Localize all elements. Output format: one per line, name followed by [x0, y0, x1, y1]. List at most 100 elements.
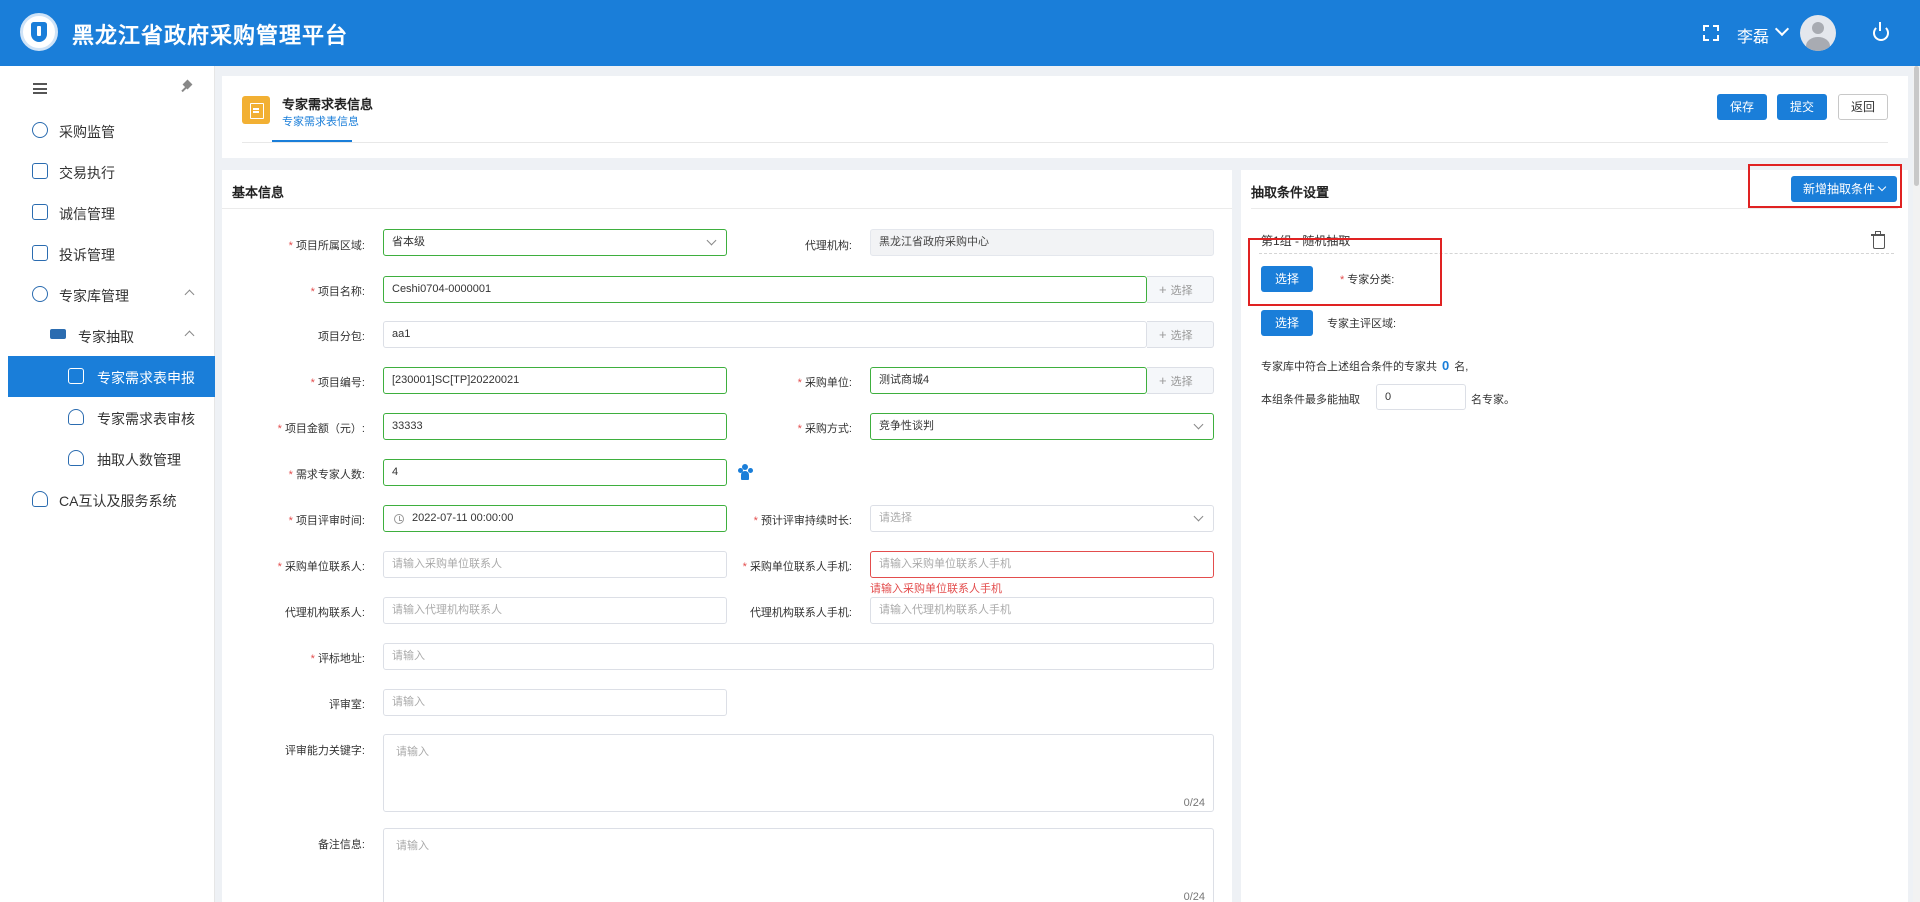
- sidebar-item-procurement-supervision[interactable]: 采购监管: [8, 110, 215, 151]
- contact-phone-error: 请输入采购单位联系人手机: [870, 583, 1002, 595]
- list-icon: [32, 204, 48, 220]
- amount-label: * 项目金额（元）:: [277, 423, 365, 435]
- trash-icon[interactable]: [1871, 231, 1885, 249]
- report-icon: [32, 245, 48, 261]
- project-name-label: * 项目名称:: [310, 286, 365, 298]
- form-icon: [242, 96, 270, 124]
- remark-label: 备注信息:: [317, 839, 365, 851]
- contact-label: * 采购单位联系人:: [277, 561, 365, 573]
- sidebar-item-complaint-management[interactable]: 投诉管理: [8, 233, 215, 274]
- room-field[interactable]: 请输入: [383, 689, 727, 716]
- tab-expert-demand-info[interactable]: 专家需求表信息: [282, 113, 359, 129]
- chevron-up-icon: [184, 289, 195, 300]
- save-button[interactable]: 保存: [1717, 94, 1767, 120]
- method-label: * 采购方式:: [797, 423, 852, 435]
- room-label: 评审室:: [328, 699, 365, 711]
- divider: [242, 142, 1888, 143]
- pin-icon[interactable]: [181, 81, 193, 93]
- page-title: 专家需求表信息: [282, 97, 374, 112]
- monitor-icon: [50, 329, 66, 339]
- duration-label: * 预计评审持续时长:: [753, 515, 852, 527]
- expert-category-label: * 专家分类:: [1340, 274, 1395, 286]
- project-code-label: * 项目编号:: [310, 377, 365, 389]
- package-select-button[interactable]: + 选择: [1147, 321, 1214, 348]
- avatar[interactable]: [1800, 15, 1836, 51]
- back-button[interactable]: 返回: [1838, 94, 1888, 120]
- review-time-label: * 项目评审时间:: [288, 515, 365, 527]
- sidebar-item-expert-extraction[interactable]: 专家抽取: [8, 315, 215, 356]
- agency-contact-label: 代理机构联系人:: [284, 607, 365, 619]
- region-label: * 项目所属区域:: [288, 240, 365, 252]
- chevron-down-icon[interactable]: [1774, 21, 1790, 37]
- basic-info-title: 基本信息: [232, 185, 285, 200]
- chevron-up-icon: [184, 330, 195, 341]
- sidebar-item-expert-demand-review[interactable]: 专家需求表审核: [8, 397, 215, 438]
- sidebar-item-credit-management[interactable]: 诚信管理: [8, 192, 215, 233]
- max-extract-suffix: 名专家。: [1471, 394, 1515, 406]
- divider: [1251, 208, 1898, 209]
- shield-icon: [32, 122, 48, 138]
- sidebar: 采购监管 交易执行 诚信管理 投诉管理 专家库管理 专家抽取 专家需求表申报 专…: [0, 66, 215, 902]
- address-label: * 评标地址:: [310, 653, 365, 665]
- document-icon: [68, 368, 84, 384]
- contact-phone-field[interactable]: 请输入采购单位联系人手机: [870, 551, 1214, 578]
- gear-icon: [32, 286, 48, 302]
- sidebar-item-ca-system[interactable]: CA互认及服务系统: [8, 479, 215, 520]
- experts-icon[interactable]: [738, 464, 754, 480]
- keyword-label: 评审能力关键字:: [284, 745, 365, 757]
- agency-phone-label: 代理机构联系人手机:: [749, 607, 852, 619]
- submit-button[interactable]: 提交: [1777, 94, 1827, 120]
- agency-label: 代理机构:: [804, 240, 852, 252]
- extraction-panel: 抽取条件设置 新增抽取条件 第1组 - 随机抽取 选择 * 专家分类: 选择 专家…: [1241, 164, 1908, 902]
- basic-info-panel: 基本信息 * 项目所属区域: 省本级 代理机构: 黑龙江省政府采购中心 * 项目名称…: [222, 170, 1232, 902]
- select-region-button[interactable]: 选择: [1261, 310, 1313, 336]
- keyword-counter: 0/24: [1183, 797, 1205, 809]
- menu-toggle-icon[interactable]: [33, 83, 47, 94]
- duration-select[interactable]: 请选择: [870, 505, 1214, 532]
- agency-field: 黑龙江省政府采购中心: [870, 229, 1214, 256]
- logout-icon[interactable]: [1873, 22, 1889, 41]
- package-field[interactable]: aa1: [383, 321, 1147, 348]
- page-scrollbar[interactable]: [1913, 66, 1920, 902]
- top-header: 黑龙江省政府采购管理平台 李磊: [0, 0, 1920, 66]
- add-condition-button[interactable]: 新增抽取条件: [1791, 176, 1897, 202]
- chevron-down-icon: [1877, 182, 1887, 192]
- project-name-field[interactable]: Ceshi0704-0000001: [383, 276, 1147, 303]
- user-icon: [68, 409, 84, 425]
- package-label: 项目分包:: [317, 331, 365, 343]
- agency-phone-field[interactable]: 请输入代理机构联系人手机: [870, 597, 1214, 624]
- experts-count-label: * 需求专家人数:: [288, 469, 365, 481]
- matching-experts-count: 0: [1442, 358, 1450, 373]
- purchase-unit-select-button[interactable]: + 选择: [1147, 367, 1214, 394]
- chevron-down-icon: [1193, 511, 1204, 522]
- expert-region-label: 专家主评区域:: [1327, 318, 1397, 330]
- app-title: 黑龙江省政府采购管理平台: [72, 23, 349, 48]
- platform-logo: [20, 13, 58, 51]
- max-extract-field[interactable]: 0: [1376, 384, 1466, 410]
- keyword-textarea[interactable]: 请输入 0/24: [383, 734, 1214, 812]
- user-name[interactable]: 李磊: [1737, 23, 1769, 47]
- divider: [222, 208, 1232, 209]
- project-name-select-button[interactable]: + 选择: [1147, 276, 1214, 303]
- contact-phone-label: * 采购单位联系人手机:: [742, 561, 852, 573]
- extraction-title: 抽取条件设置: [1251, 185, 1330, 200]
- clock-icon: [394, 514, 404, 524]
- chevron-down-icon: [1193, 419, 1204, 430]
- remark-counter: 0/24: [1183, 891, 1205, 902]
- clipboard-icon: [32, 163, 48, 179]
- user-badge-icon: [32, 491, 48, 507]
- purchase-unit-field[interactable]: 测试商城4: [870, 367, 1147, 394]
- fullscreen-icon[interactable]: [1703, 25, 1719, 41]
- sidebar-item-expert-demand-report[interactable]: 专家需求表申报: [8, 356, 215, 397]
- sidebar-item-expert-library[interactable]: 专家库管理: [8, 274, 215, 315]
- page-header: 专家需求表信息 专家需求表信息 保存 提交 返回: [222, 76, 1908, 158]
- sidebar-item-trade-execution[interactable]: 交易执行: [8, 151, 215, 192]
- select-category-button[interactable]: 选择: [1261, 266, 1313, 292]
- method-select[interactable]: 竞争性谈判: [870, 413, 1214, 440]
- address-field[interactable]: 请输入: [383, 643, 1214, 670]
- users-icon: [68, 450, 84, 466]
- sidebar-item-extraction-count[interactable]: 抽取人数管理: [8, 438, 215, 479]
- remark-textarea[interactable]: 请输入 0/24: [383, 828, 1214, 902]
- experts-count-field[interactable]: 4: [383, 459, 727, 486]
- max-extract-label: 本组条件最多能抽取: [1261, 394, 1360, 406]
